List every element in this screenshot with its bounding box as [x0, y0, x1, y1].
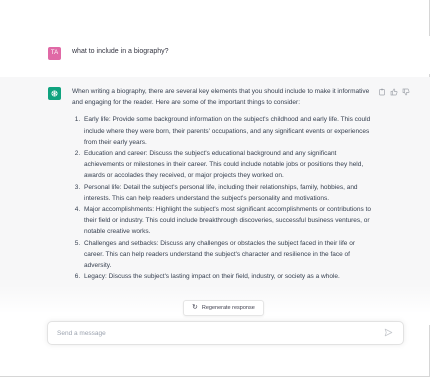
list-item: Early life: Provide some background info…: [82, 114, 372, 148]
refresh-icon: ↻: [192, 304, 198, 311]
list-item: Legacy: Discuss the subject's lasting im…: [82, 271, 372, 282]
user-message-row: TA what to include in a biography?: [0, 36, 430, 74]
message-input[interactable]: [57, 327, 367, 339]
list-item: Challenges and setbacks: Discuss any cha…: [82, 238, 372, 272]
user-message-text: what to include in a biography?: [72, 48, 169, 55]
thumbs-up-icon[interactable]: [390, 88, 398, 96]
regenerate-label: Regenerate response: [201, 305, 255, 311]
assistant-message-content: When writing a biography, there are seve…: [72, 86, 372, 282]
assistant-list: Early life: Provide some background info…: [72, 114, 372, 282]
openai-logo-icon: [51, 90, 58, 97]
thumbs-down-icon[interactable]: [402, 88, 410, 96]
regenerate-button[interactable]: ↻ Regenerate response: [183, 300, 264, 316]
list-item: Major accomplishments: Highlight the sub…: [82, 204, 372, 238]
assistant-intro: When writing a biography, there are seve…: [72, 88, 370, 107]
clipboard-icon[interactable]: [378, 88, 386, 96]
message-actions: [378, 88, 410, 96]
assistant-avatar: [48, 87, 61, 100]
message-composer: [47, 321, 404, 345]
send-icon[interactable]: [383, 328, 393, 338]
user-avatar: TA: [48, 47, 61, 60]
list-item: Education and career: Discuss the subjec…: [82, 148, 372, 182]
assistant-message-row: When writing a biography, there are seve…: [0, 77, 430, 317]
list-item: Personal life: Detail the subject's pers…: [82, 182, 372, 204]
chat-window: TA what to include in a biography? When …: [0, 0, 430, 377]
